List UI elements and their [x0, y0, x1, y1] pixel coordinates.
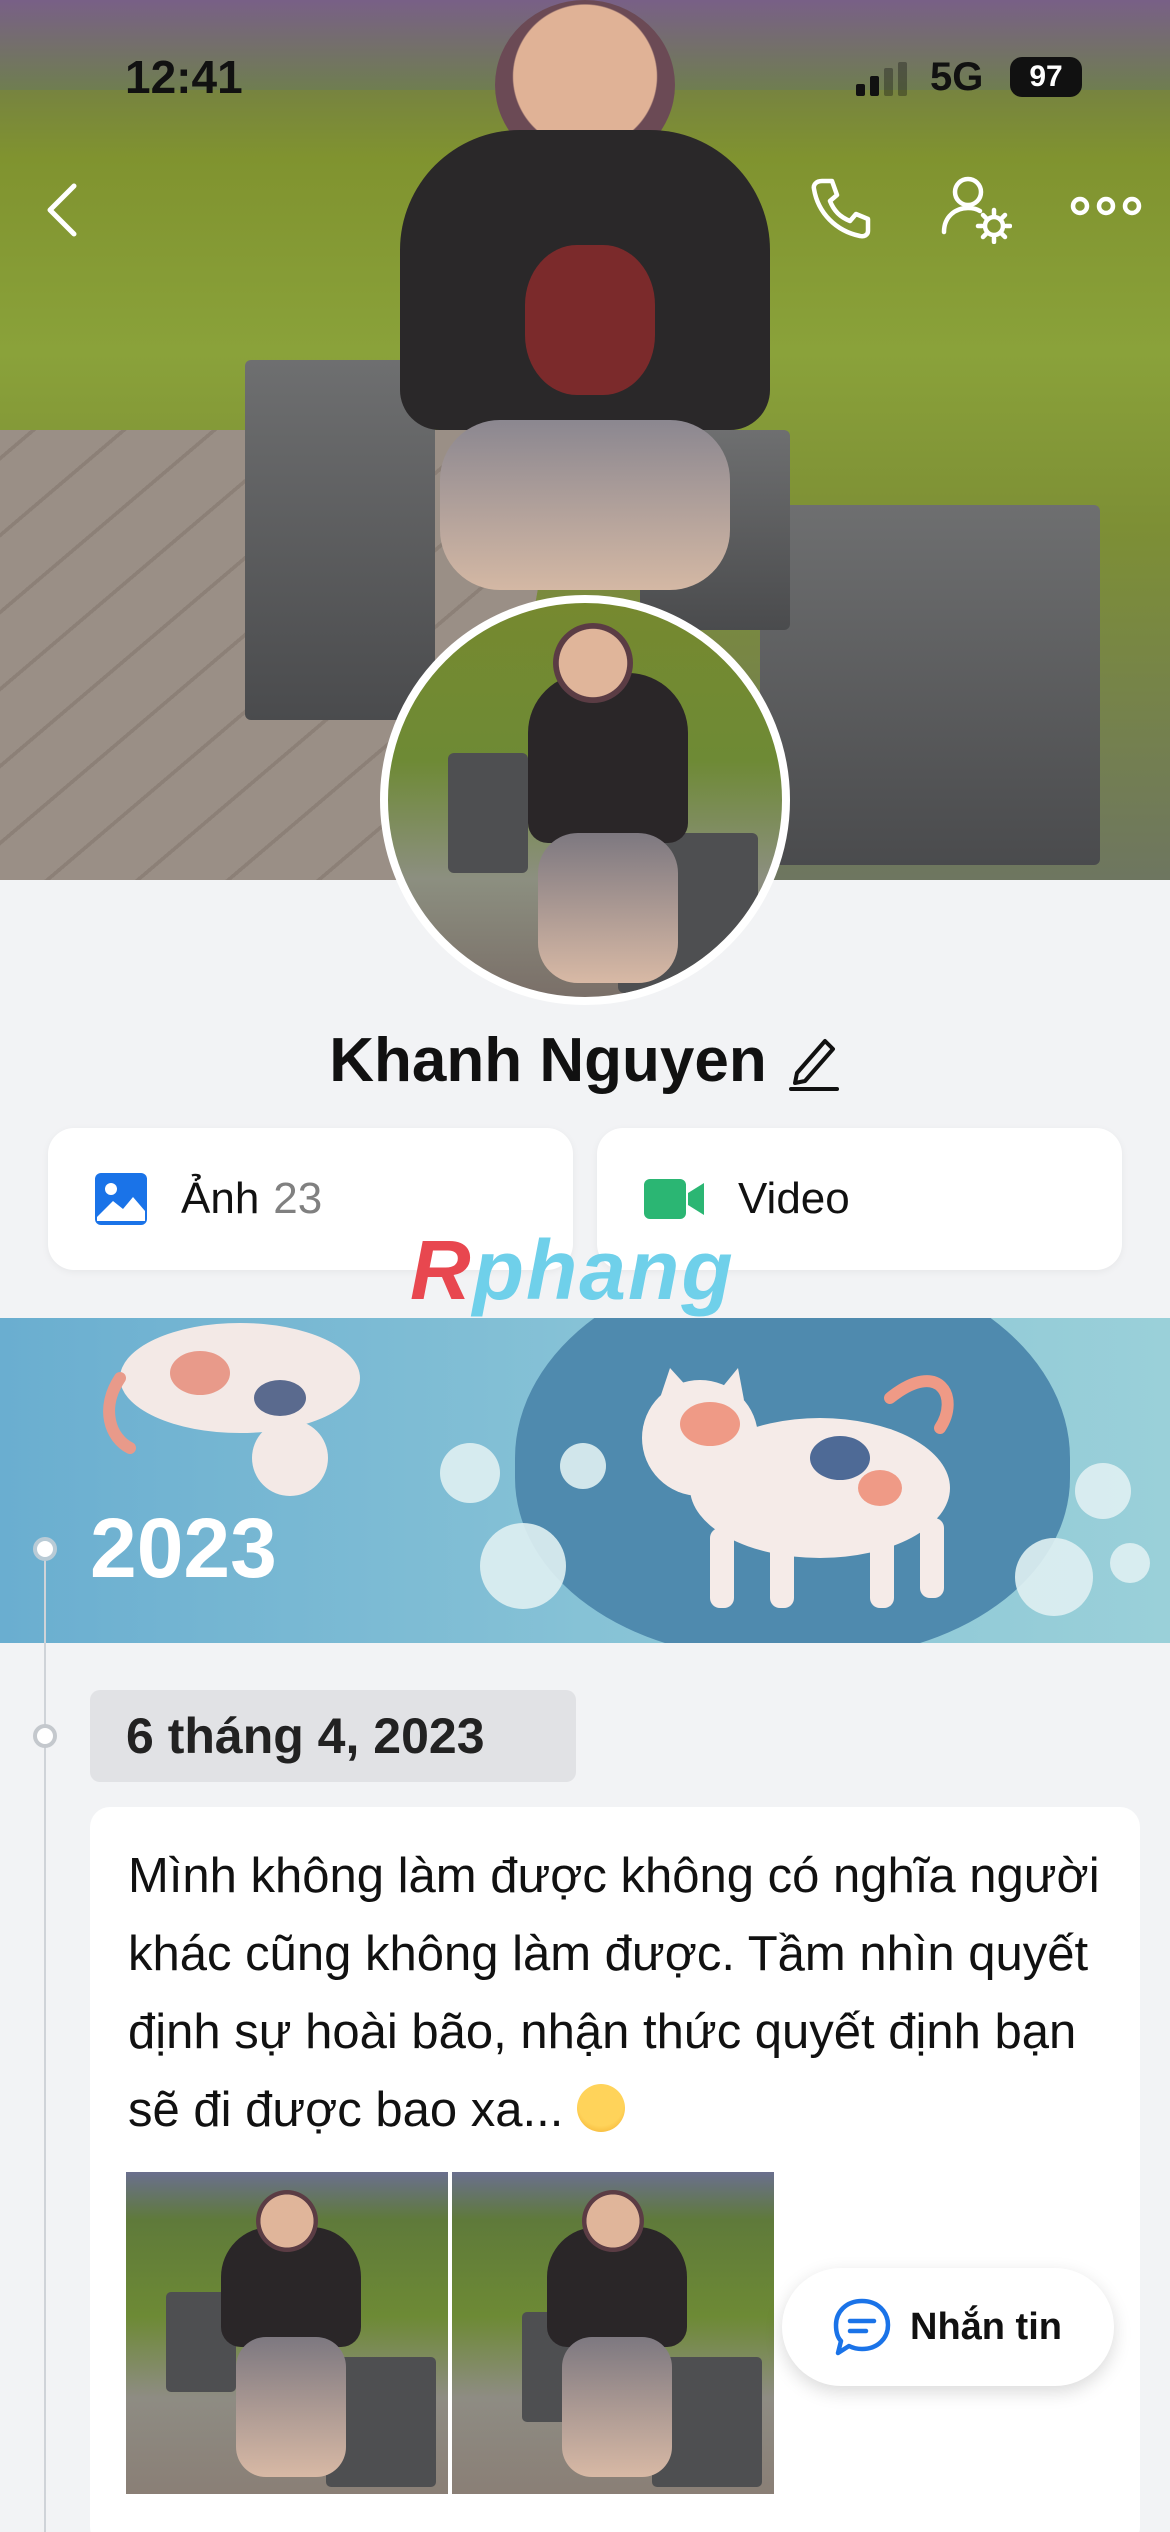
message-button-label: Nhắn tin: [910, 2305, 1062, 2348]
chevron-left-icon: [47, 183, 77, 237]
status-time: 12:41: [125, 51, 243, 103]
edit-name-button[interactable]: [787, 1031, 841, 1091]
yarn-ball-illustration: [1075, 1463, 1131, 1519]
timeline-date-dot: [33, 1724, 57, 1748]
cat-illustration: [642, 1368, 954, 1608]
timeline-line: [44, 1560, 46, 2532]
yarn-ball-illustration: [480, 1523, 566, 1609]
profile-name-row: Khanh Nguyen: [0, 1025, 1170, 1096]
grinning-emoji-icon: [577, 2084, 626, 2132]
post-photo[interactable]: [452, 2172, 774, 2494]
battery-indicator: 97: [1010, 57, 1082, 97]
profile-settings-button[interactable]: [940, 172, 1012, 244]
status-bar: 12:41 5G 97: [0, 0, 1170, 150]
post-text: Mình không làm được không có nghĩa người…: [128, 1837, 1108, 2149]
yarn-ball-illustration: [1110, 1543, 1150, 1583]
yarn-ball-illustration: [1015, 1538, 1093, 1616]
chat-bubble-icon: [833, 2298, 891, 2356]
cat-illustration: [103, 1323, 360, 1496]
post-photo[interactable]: [126, 2172, 448, 2494]
message-button[interactable]: Nhắn tin: [782, 2268, 1114, 2386]
user-gear-icon: [941, 176, 1012, 244]
yarn-ball-illustration: [440, 1443, 500, 1503]
phone-icon: [811, 178, 871, 239]
image-icon: [95, 1173, 147, 1225]
yarn-ball-illustration: [560, 1443, 606, 1489]
more-horizontal-icon: [1070, 196, 1142, 216]
pencil-icon: [788, 1038, 839, 1091]
cover-stone-block: [760, 505, 1100, 865]
network-type: 5G: [930, 55, 984, 99]
profile-name: Khanh Nguyen: [329, 1026, 767, 1095]
signal-icon: [856, 62, 907, 96]
video-camera-icon: [644, 1179, 704, 1219]
back-button[interactable]: [38, 180, 88, 240]
profile-avatar[interactable]: [380, 595, 790, 1005]
timeline-year: 2023: [90, 1501, 277, 1595]
post-date: 6 tháng 4, 2023: [90, 1690, 576, 1782]
timeline-year-dot: [33, 1537, 57, 1561]
call-button[interactable]: [808, 175, 874, 241]
video-label: Video: [738, 1174, 850, 1223]
timeline-post[interactable]: Mình không làm được không có nghĩa người…: [90, 1807, 1140, 2532]
photos-count: 23: [273, 1174, 323, 1223]
watermark-logo: Rphang: [410, 1222, 735, 1319]
watermark-prefix: R: [410, 1223, 473, 1317]
watermark-rest: phang: [472, 1223, 735, 1317]
photos-label: Ảnh: [181, 1174, 260, 1223]
more-options-button[interactable]: [1070, 188, 1142, 224]
